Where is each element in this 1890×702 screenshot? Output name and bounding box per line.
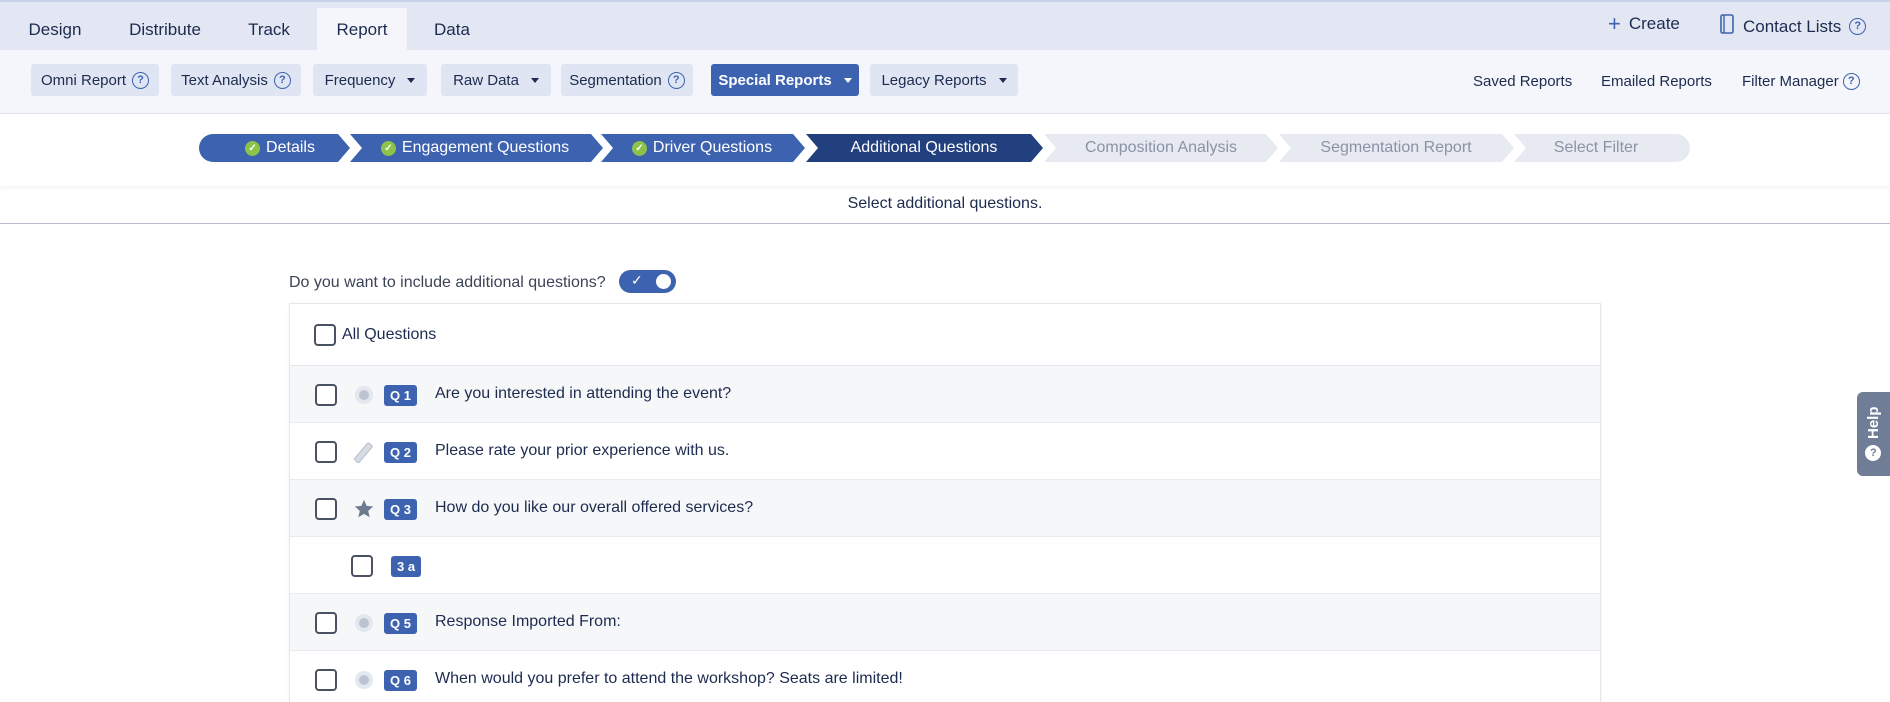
slider-icon (353, 441, 375, 463)
chevron-down-icon (407, 77, 416, 83)
check-icon: ✓ (245, 140, 261, 156)
step-driver-questions[interactable]: ✓ Driver Questions (612, 134, 792, 162)
help-circle-icon: ? (1865, 445, 1882, 462)
step-label: Select Filter (1553, 139, 1639, 156)
questions-panel: All Questions Q 1 Are you interested in … (289, 303, 1601, 702)
special-reports-dropdown[interactable]: Special Reports (711, 64, 859, 96)
contact-lists-button[interactable]: Contact Lists ? (1719, 14, 1867, 39)
legacy-reports-dropdown[interactable]: Legacy Reports (870, 64, 1018, 96)
segmentation-label: Segmentation (569, 71, 662, 89)
report-toolbar: Omni Report ? Text Analysis ? Frequency … (0, 50, 1890, 114)
help-circle-icon[interactable]: ? (1842, 73, 1860, 90)
step-label: Additional Questions (850, 139, 998, 156)
tab-distribute[interactable]: Distribute (112, 8, 218, 52)
step-additional-questions[interactable]: Additional Questions (818, 134, 1030, 162)
step-label: Driver Questions (652, 139, 773, 156)
omni-report-button[interactable]: Omni Report ? (31, 64, 159, 96)
filter-manager-link[interactable]: Filter Manager ? (1742, 73, 1860, 90)
include-additional-label: Do you want to include additional questi… (289, 274, 606, 291)
question-text: Please rate your prior experience with u… (435, 442, 730, 459)
step-engagement-questions[interactable]: ✓ Engagement Questions (360, 134, 590, 162)
tab-design[interactable]: Design (14, 8, 96, 52)
star-icon (353, 498, 375, 520)
question-row: Q 5 Response Imported From: (290, 594, 1600, 651)
tab-data[interactable]: Data (420, 8, 484, 52)
emailed-reports-link[interactable]: Emailed Reports (1601, 73, 1712, 90)
help-tab-label: Help (1865, 406, 1882, 440)
special-reports-label: Special Reports (718, 71, 832, 89)
help-tab[interactable]: ? Help (1857, 392, 1890, 476)
top-navigation: Design Distribute Track Report Data + Cr… (0, 0, 1890, 52)
question-row: Q 1 Are you interested in attending the … (290, 366, 1600, 423)
help-tab-content: ? Help (1857, 392, 1890, 476)
question-text: How do you like our overall offered serv… (435, 499, 754, 516)
create-button[interactable]: + Create (1608, 11, 1680, 36)
text-analysis-label: Text Analysis (181, 71, 268, 89)
toggle-knob (656, 274, 671, 289)
step-label: Composition Analysis (1084, 139, 1238, 156)
all-questions-label: All Questions (342, 326, 437, 343)
contact-book-icon (1719, 14, 1735, 39)
help-circle-icon[interactable]: ? (132, 71, 150, 89)
text-analysis-button[interactable]: Text Analysis ? (171, 64, 301, 96)
instruction-text: Select additional questions. (0, 186, 1890, 224)
question-text: When would you prefer to attend the work… (435, 670, 903, 687)
radio-icon (353, 612, 375, 634)
step-label: Segmentation Report (1320, 139, 1472, 156)
step-label: Details (266, 139, 315, 156)
question-badge: Q 6 (384, 670, 417, 691)
frequency-dropdown[interactable]: Frequency (313, 64, 427, 96)
sub-question-row: 3 a (290, 537, 1600, 594)
omni-report-label: Omni Report (40, 71, 127, 89)
frequency-label: Frequency (324, 71, 396, 89)
step-composition-analysis[interactable]: Composition Analysis (1056, 134, 1266, 162)
tab-report[interactable]: Report (317, 8, 407, 52)
step-segmentation-report[interactable]: Segmentation Report (1291, 134, 1501, 162)
help-circle-icon[interactable]: ? (667, 71, 685, 89)
plus-icon: + (1608, 11, 1621, 36)
check-icon: ✓ (631, 140, 647, 156)
question-badge: Q 1 (384, 385, 417, 406)
step-details[interactable]: ✓ Details (215, 134, 345, 162)
help-circle-icon[interactable]: ? (273, 71, 291, 89)
question-checkbox[interactable] (315, 612, 337, 634)
question-row: Q 6 When would you prefer to attend the … (290, 651, 1600, 702)
check-icon: ✓ (380, 140, 396, 156)
radio-icon (353, 384, 375, 406)
segmentation-button[interactable]: Segmentation ? (561, 64, 693, 96)
question-checkbox[interactable] (315, 384, 337, 406)
question-text: Response Imported From: (435, 613, 621, 630)
tab-track[interactable]: Track (234, 8, 304, 52)
all-questions-row: All Questions (290, 304, 1600, 366)
radio-icon (353, 669, 375, 691)
all-questions-checkbox[interactable] (314, 324, 336, 346)
question-badge: 3 a (391, 556, 422, 577)
question-checkbox[interactable] (351, 555, 373, 577)
check-icon: ✓ (631, 272, 643, 288)
chevron-down-icon (530, 77, 539, 83)
question-row: Q 3 How do you like our overall offered … (290, 480, 1600, 537)
create-label: Create (1628, 14, 1680, 33)
legacy-reports-label: Legacy Reports (881, 71, 987, 89)
question-checkbox[interactable] (315, 669, 337, 691)
question-badge: Q 2 (384, 442, 417, 463)
chevron-down-icon (843, 77, 852, 83)
question-row: Q 2 Please rate your prior experience wi… (290, 423, 1600, 480)
question-badge: Q 5 (384, 613, 417, 634)
raw-data-dropdown[interactable]: Raw Data (441, 64, 551, 96)
question-checkbox[interactable] (315, 498, 337, 520)
step-label: Engagement Questions (401, 139, 570, 156)
step-select-filter[interactable]: Select Filter (1526, 134, 1666, 162)
wizard-stepper-area: ✓ Details ✓ Engagement Questions ✓ Drive… (0, 114, 1890, 186)
raw-data-label: Raw Data (453, 71, 519, 89)
question-checkbox[interactable] (315, 441, 337, 463)
contact-lists-label: Contact Lists (1743, 16, 1842, 36)
include-additional-toggle[interactable]: ✓ (619, 270, 676, 293)
saved-reports-link[interactable]: Saved Reports (1473, 73, 1572, 90)
question-badge: Q 3 (384, 499, 417, 520)
filter-manager-label: Filter Manager (1742, 73, 1839, 90)
chevron-down-icon (998, 77, 1007, 83)
help-circle-icon[interactable]: ? (1849, 18, 1867, 35)
question-text: Are you interested in attending the even… (435, 385, 732, 402)
